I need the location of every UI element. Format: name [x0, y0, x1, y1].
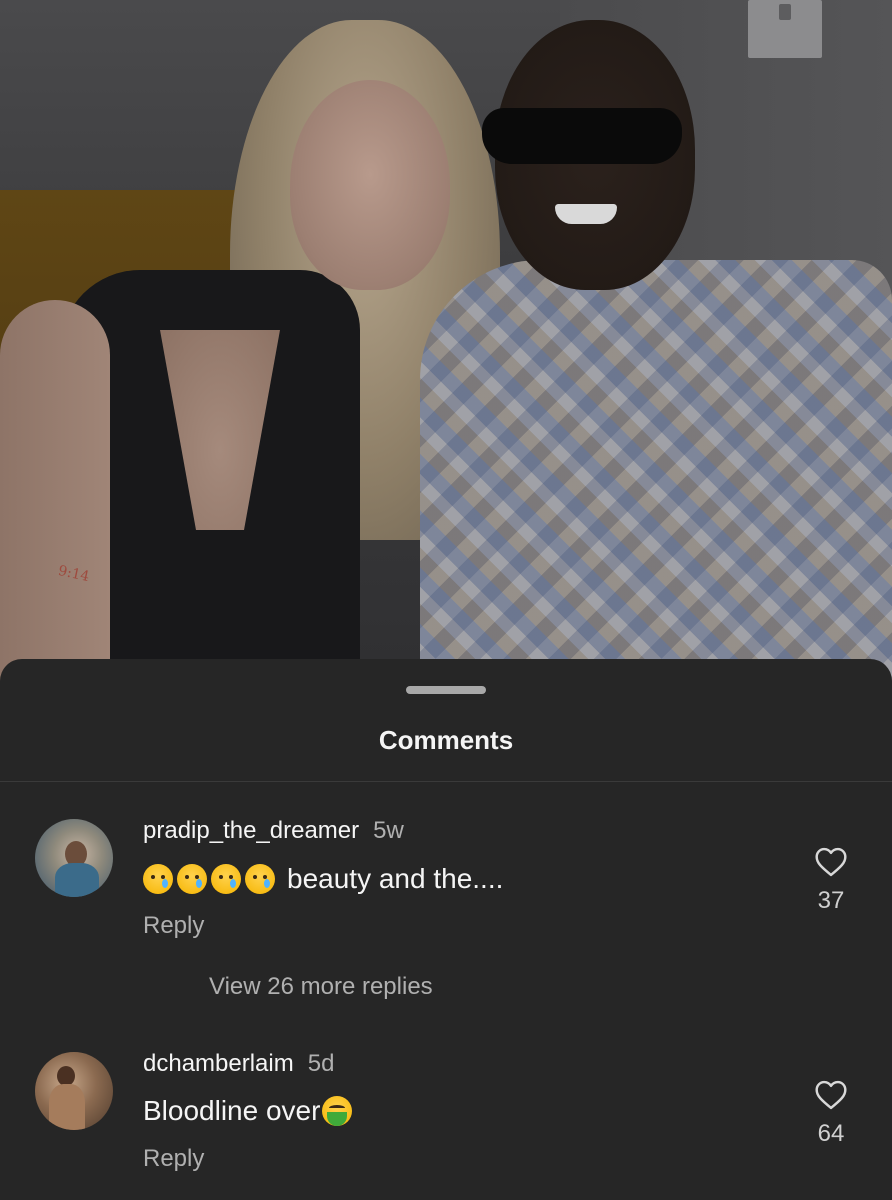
sheet-divider	[0, 781, 892, 782]
sheet-title: Comments	[378, 725, 514, 755]
avatar[interactable]	[35, 819, 113, 897]
comment-username[interactable]: dchamberlaim	[143, 1050, 294, 1078]
comment-meta: pradip_the_dreamer 5w	[143, 817, 404, 845]
photo-person-right-shirt	[420, 260, 892, 700]
crying-face-icon	[177, 864, 207, 894]
comment-time: 5w	[373, 817, 404, 844]
view-more-replies-button[interactable]: View 26 more replies	[209, 973, 433, 1001]
comment-username[interactable]: pradip_the_dreamer	[143, 817, 359, 845]
comment-text: beauty and the....	[143, 863, 503, 895]
vomiting-face-icon	[322, 1096, 353, 1126]
comment-text-label: beauty and the....	[287, 863, 504, 894]
comment-meta: dchamberlaim 5d	[143, 1050, 334, 1078]
comment-text: Bloodline over	[143, 1095, 356, 1127]
heart-outline-icon[interactable]	[814, 1080, 848, 1110]
crying-face-icon	[245, 864, 275, 894]
photo-smile	[555, 204, 617, 224]
photo-person-left-face	[290, 80, 450, 290]
like-count: 37	[817, 887, 845, 914]
sheet-drag-handle[interactable]	[406, 686, 486, 694]
like-button[interactable]: 37	[806, 847, 856, 915]
like-count: 64	[817, 1120, 845, 1147]
crying-face-icon	[211, 864, 241, 894]
heart-outline-icon[interactable]	[814, 847, 848, 877]
reply-button[interactable]: Reply	[143, 1145, 204, 1173]
post-photo: 9:14	[0, 0, 892, 700]
comment-text-label: Bloodline over	[143, 1095, 321, 1126]
avatar[interactable]	[35, 1052, 113, 1130]
photo-person-left-arm	[0, 300, 110, 700]
comment-time: 5d	[307, 1050, 335, 1077]
light-switch	[748, 0, 822, 58]
like-button[interactable]: 64	[806, 1080, 856, 1148]
comments-sheet: Comments pradip_the_dreamer 5w beauty an…	[0, 659, 892, 1200]
photo-sunglasses	[482, 108, 682, 164]
crying-face-icon	[143, 864, 173, 894]
reply-button[interactable]: Reply	[143, 912, 204, 940]
